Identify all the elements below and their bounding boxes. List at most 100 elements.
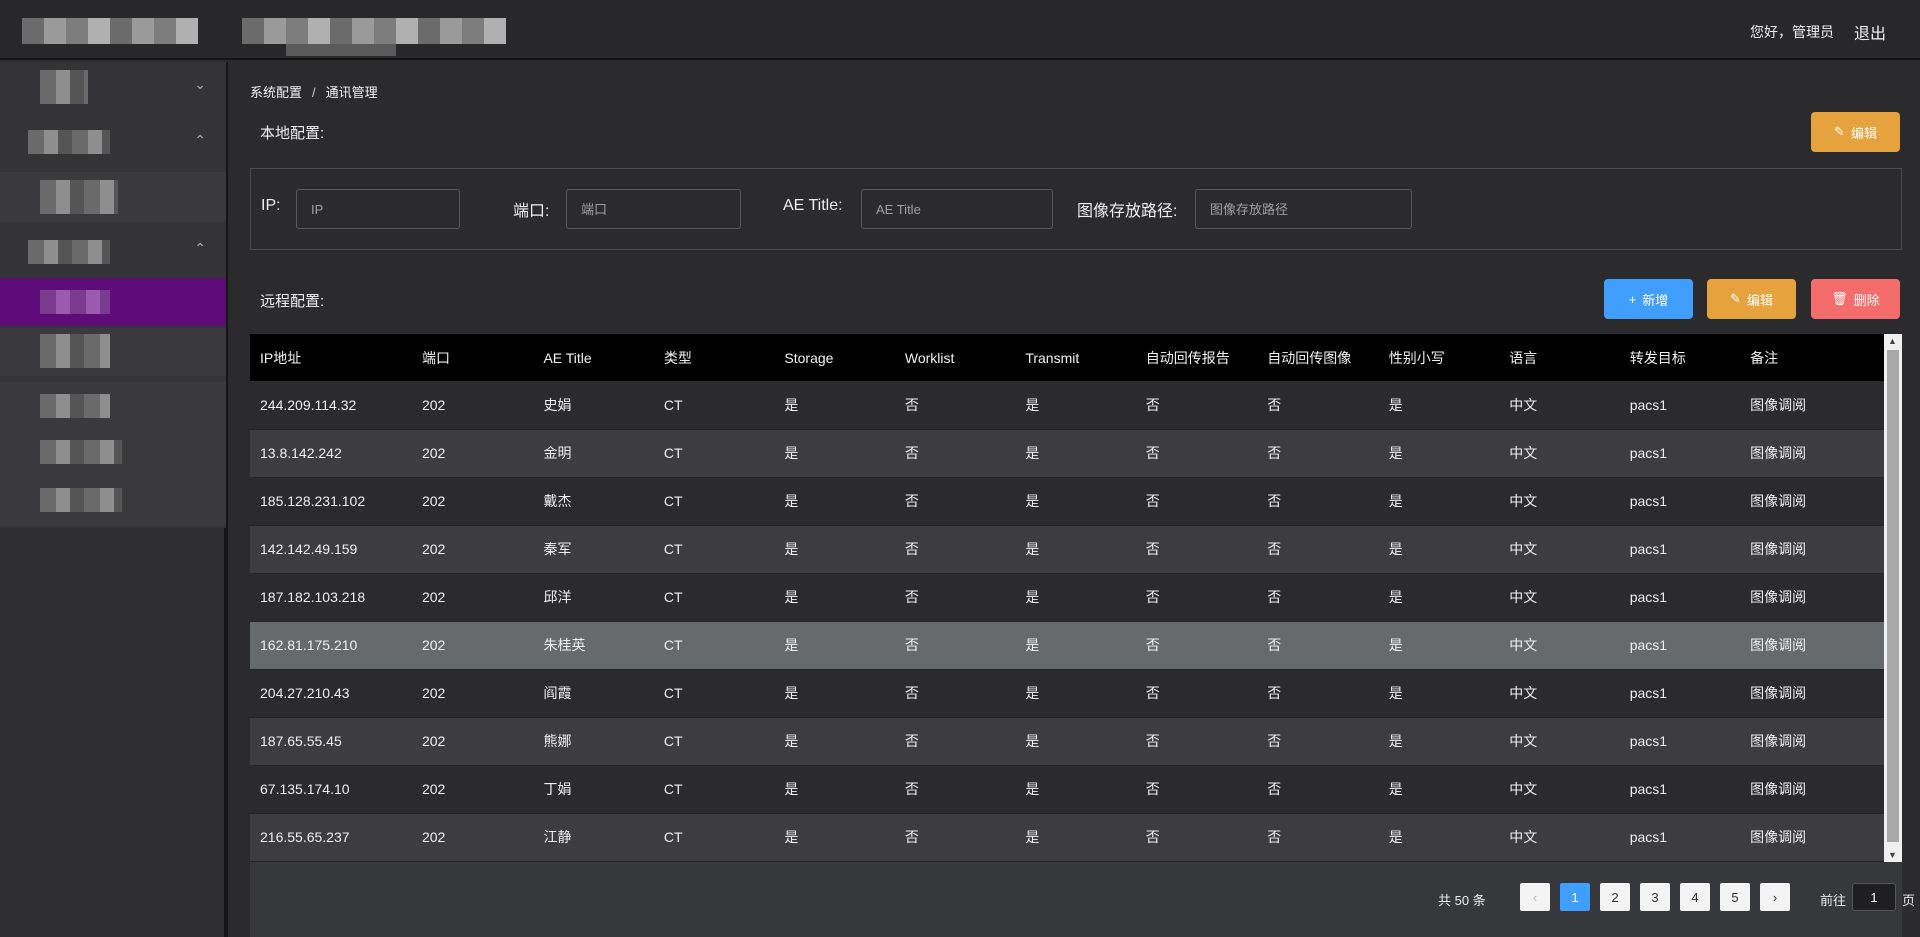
- sidebar-subitem-5[interactable]: [0, 478, 226, 526]
- table-cell: 否: [1135, 477, 1258, 526]
- add-button[interactable]: + 新增: [1604, 279, 1693, 319]
- breadcrumb-parent[interactable]: 系统配置: [250, 85, 302, 100]
- ae-title-input[interactable]: [861, 189, 1053, 229]
- image-path-input[interactable]: [1195, 189, 1412, 229]
- page-button-5[interactable]: 5: [1720, 883, 1750, 911]
- column-header: Transmit: [1025, 349, 1080, 366]
- table-row[interactable]: 185.128.231.102 202 戴杰 CT 是否是否否是中文 pacs1 图像调阅: [250, 477, 1884, 526]
- table-cell: 142.142.49.159: [250, 525, 412, 574]
- sidebar-menu: ⌄ ⌃ ⌃: [0, 62, 226, 528]
- table-cell: 图像调阅: [1740, 621, 1884, 670]
- column-header: 类型: [663, 349, 692, 366]
- sidebar-subitem-1[interactable]: [0, 172, 226, 222]
- table-cell: 邱洋: [533, 573, 654, 622]
- table-cell: 是: [1015, 813, 1136, 862]
- table-cell: CT: [653, 477, 775, 526]
- table-cell: 是: [1378, 477, 1500, 526]
- table-cell: 否: [1135, 381, 1258, 430]
- sidebar-subitem-4[interactable]: [0, 430, 226, 478]
- column-header: 端口: [421, 349, 450, 366]
- top-header: 您好，管理员 退出: [0, 0, 1920, 60]
- table-row[interactable]: 244.209.114.32 202 史娟 CT 是否是否否是中文 pacs1 图像调阅: [250, 381, 1884, 430]
- remote-edit-button[interactable]: ✎ 编辑: [1707, 279, 1796, 319]
- app-subtitle-blurred: [286, 44, 396, 56]
- table-row[interactable]: 204.27.210.43 202 阎霞 CT 是否是否否是中文 pacs1 图像调阅: [250, 669, 1884, 718]
- sidebar-item-label: [40, 70, 88, 104]
- column-header: Storage: [784, 349, 834, 366]
- table-cell: 否: [894, 381, 1016, 430]
- table-row[interactable]: 67.135.174.10 202 丁娟 CT 是否是否否是中文 pacs1 图像调阅: [250, 765, 1884, 814]
- delete-button[interactable]: 🗑 删除: [1811, 279, 1900, 319]
- table-cell: 熊娜: [533, 717, 654, 766]
- table-cell: 中文: [1499, 669, 1620, 718]
- table-cell: 否: [1257, 381, 1379, 430]
- column-header: 转发目标: [1629, 349, 1686, 366]
- table-vertical-scrollbar[interactable]: ▲ ▼: [1884, 334, 1902, 862]
- sidebar-subitem-2[interactable]: [0, 328, 226, 376]
- sidebar-item-label: [40, 290, 110, 314]
- plus-icon: +: [1628, 291, 1637, 307]
- table-cell: 否: [1257, 477, 1379, 526]
- table-cell: 216.55.65.237: [250, 813, 412, 862]
- table-cell: 中文: [1499, 573, 1620, 622]
- table-cell: 是: [1378, 813, 1500, 862]
- table-cell: 202: [411, 717, 534, 766]
- table-cell: 是: [1015, 525, 1136, 574]
- table-cell: 是: [1378, 621, 1500, 670]
- chevron-up-icon: ⌃: [194, 240, 206, 256]
- table-cell: 否: [894, 573, 1016, 622]
- page-button-4[interactable]: 4: [1680, 883, 1710, 911]
- table-cell: 否: [894, 429, 1016, 478]
- prev-page-button[interactable]: ‹: [1520, 883, 1550, 911]
- sidebar-item-label: [28, 240, 110, 264]
- port-input[interactable]: [566, 189, 741, 229]
- table-cell: 否: [1257, 813, 1379, 862]
- table-cell: 202: [411, 525, 534, 574]
- page-button-2[interactable]: 2: [1600, 883, 1630, 911]
- ip-input[interactable]: [296, 189, 460, 229]
- sidebar-group-3[interactable]: ⌃: [0, 226, 226, 274]
- table-cell: 丁娟: [533, 765, 654, 814]
- local-edit-button[interactable]: ✎ 编辑: [1811, 112, 1900, 152]
- sidebar-subitem-3[interactable]: [0, 382, 226, 430]
- table-cell: 图像调阅: [1740, 381, 1884, 430]
- table-cell: 图像调阅: [1740, 765, 1884, 814]
- table-row[interactable]: 187.65.55.45 202 熊娜 CT 是否是否否是中文 pacs1 图像调阅: [250, 717, 1884, 766]
- scroll-down-icon[interactable]: ▼: [1888, 850, 1897, 860]
- sidebar-group-2[interactable]: ⌃: [0, 118, 226, 166]
- scrollbar-thumb[interactable]: [1887, 350, 1899, 842]
- table-row[interactable]: 142.142.49.159 202 秦军 CT 是否是否否是中文 pacs1 图像调阅: [250, 525, 1884, 574]
- table-cell: 是: [1015, 717, 1136, 766]
- column-header: 自动回传图像: [1267, 349, 1352, 366]
- breadcrumb-current: 通讯管理: [325, 85, 378, 100]
- table-cell: 否: [894, 525, 1016, 574]
- table-cell: 162.81.175.210: [250, 621, 412, 670]
- table-cell: 是: [1378, 429, 1500, 478]
- table-cell: 是: [1378, 669, 1500, 718]
- scroll-up-icon[interactable]: ▲: [1888, 336, 1897, 346]
- table-cell: 是: [1015, 381, 1136, 430]
- logout-link[interactable]: 退出: [1854, 20, 1886, 44]
- table-cell: 阎霞: [533, 669, 654, 718]
- table-cell: 朱桂英: [533, 621, 654, 670]
- table-row[interactable]: 187.182.103.218 202 邱洋 CT 是否是否否是中文 pacs1 图像调阅: [250, 573, 1884, 622]
- next-page-button[interactable]: ›: [1760, 883, 1790, 911]
- table-cell: 187.182.103.218: [250, 573, 412, 622]
- table-cell: 否: [1135, 573, 1258, 622]
- table-row[interactable]: 13.8.142.242 202 金明 CT 是否是否否是中文 pacs1 图像调阅: [250, 429, 1884, 478]
- sidebar-group-1[interactable]: ⌄: [0, 62, 226, 110]
- table-cell: 中文: [1499, 477, 1620, 526]
- sidebar-item-communication[interactable]: [0, 278, 226, 326]
- app-logo: [22, 18, 198, 44]
- page-button-1[interactable]: 1: [1560, 883, 1590, 911]
- page-button-3[interactable]: 3: [1640, 883, 1670, 911]
- table-cell: 否: [1257, 765, 1379, 814]
- table-cell: 否: [1135, 717, 1258, 766]
- table-row[interactable]: 162.81.175.210 202 朱桂英 CT 是否是否否是中文 pacs1 图像调阅: [250, 621, 1884, 670]
- table-row[interactable]: 216.55.65.237 202 江静 CT 是否是否否是中文 pacs1 图像调阅: [250, 813, 1884, 862]
- table-cell: pacs1: [1619, 477, 1741, 526]
- column-header: AE Title: [543, 349, 592, 366]
- goto-page-input[interactable]: [1852, 883, 1896, 911]
- table-cell: 67.135.174.10: [250, 765, 412, 814]
- table-cell: 否: [894, 669, 1016, 718]
